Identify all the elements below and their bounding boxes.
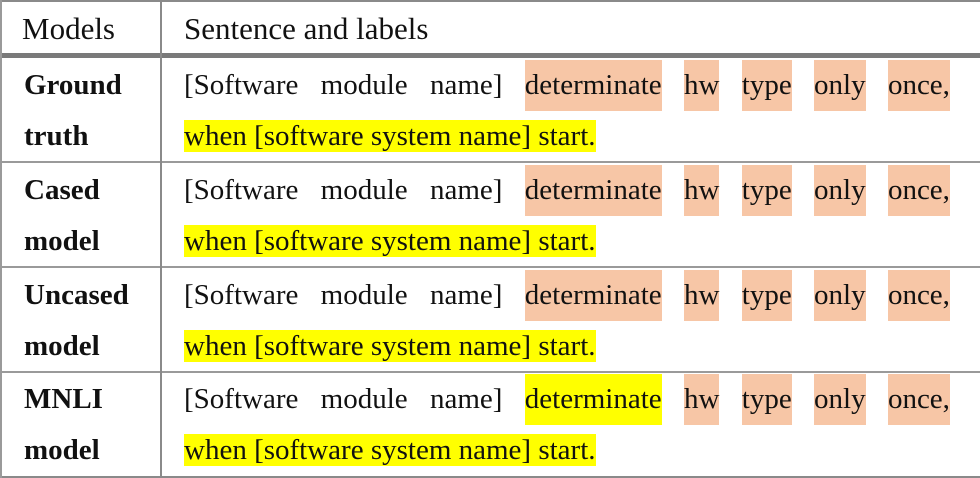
sentence-line: [Software module name] determinate hw ty… <box>184 60 950 111</box>
model-name: MNLI model <box>24 383 103 466</box>
sentence-cell: [Software module name] determinate hw ty… <box>184 374 950 476</box>
highlight-orange: only <box>814 60 866 111</box>
highlight-yellow: when [software system name] start. <box>184 330 596 362</box>
highlight-orange: hw <box>684 165 720 216</box>
sentence-line: [Software module name] determinate hw ty… <box>184 165 950 216</box>
model-name: Cased model <box>24 174 100 257</box>
highlight-orange: type <box>741 60 792 111</box>
highlight-orange: determinate <box>524 60 662 111</box>
sentence-cell: [Software module name] determinate hw ty… <box>184 165 950 267</box>
sentence-line: when [software system name] start. <box>184 321 950 372</box>
highlight-yellow: when [software system name] start. <box>184 120 596 152</box>
sentence-cell: [Software module name] determinate hw ty… <box>184 270 950 372</box>
highlight-yellow: determinate <box>524 374 662 425</box>
column-divider <box>160 0 162 478</box>
highlight-orange: only <box>814 165 866 216</box>
highlight-orange: determinate <box>524 270 662 321</box>
highlight-orange: type <box>741 165 792 216</box>
highlight-orange: type <box>741 270 792 321</box>
model-name: Uncased model <box>24 279 129 362</box>
sentence-line: when [software system name] start. <box>184 111 950 162</box>
sentence-line: [Software module name] determinate hw ty… <box>184 270 950 321</box>
highlight-yellow: when [software system name] start. <box>184 434 596 466</box>
highlight-orange: hw <box>684 60 720 111</box>
header-rule <box>0 53 980 58</box>
top-rule <box>0 0 980 2</box>
highlight-orange: hw <box>684 374 720 425</box>
left-rule <box>0 0 2 478</box>
results-table: Models Sentence and labels Ground truth … <box>0 0 980 478</box>
highlight-yellow: when [software system name] start. <box>184 225 596 257</box>
highlight-orange: once, <box>887 270 950 321</box>
highlight-orange: determinate <box>524 165 662 216</box>
highlight-orange: once, <box>887 165 950 216</box>
highlight-orange: once, <box>887 374 950 425</box>
header-sentence: Sentence and labels <box>184 11 429 46</box>
sentence-cell: [Software module name] determinate hw ty… <box>184 60 950 162</box>
model-name: Ground truth <box>24 69 122 152</box>
sentence-line: [Software module name] determinate hw ty… <box>184 374 950 425</box>
highlight-orange: once, <box>887 60 950 111</box>
header-models: Models <box>22 11 115 46</box>
highlight-orange: type <box>741 374 792 425</box>
highlight-orange: hw <box>684 270 720 321</box>
sentence-line: when [software system name] start. <box>184 425 950 476</box>
highlight-orange: only <box>814 374 866 425</box>
highlight-orange: only <box>814 270 866 321</box>
sentence-line: when [software system name] start. <box>184 216 950 267</box>
